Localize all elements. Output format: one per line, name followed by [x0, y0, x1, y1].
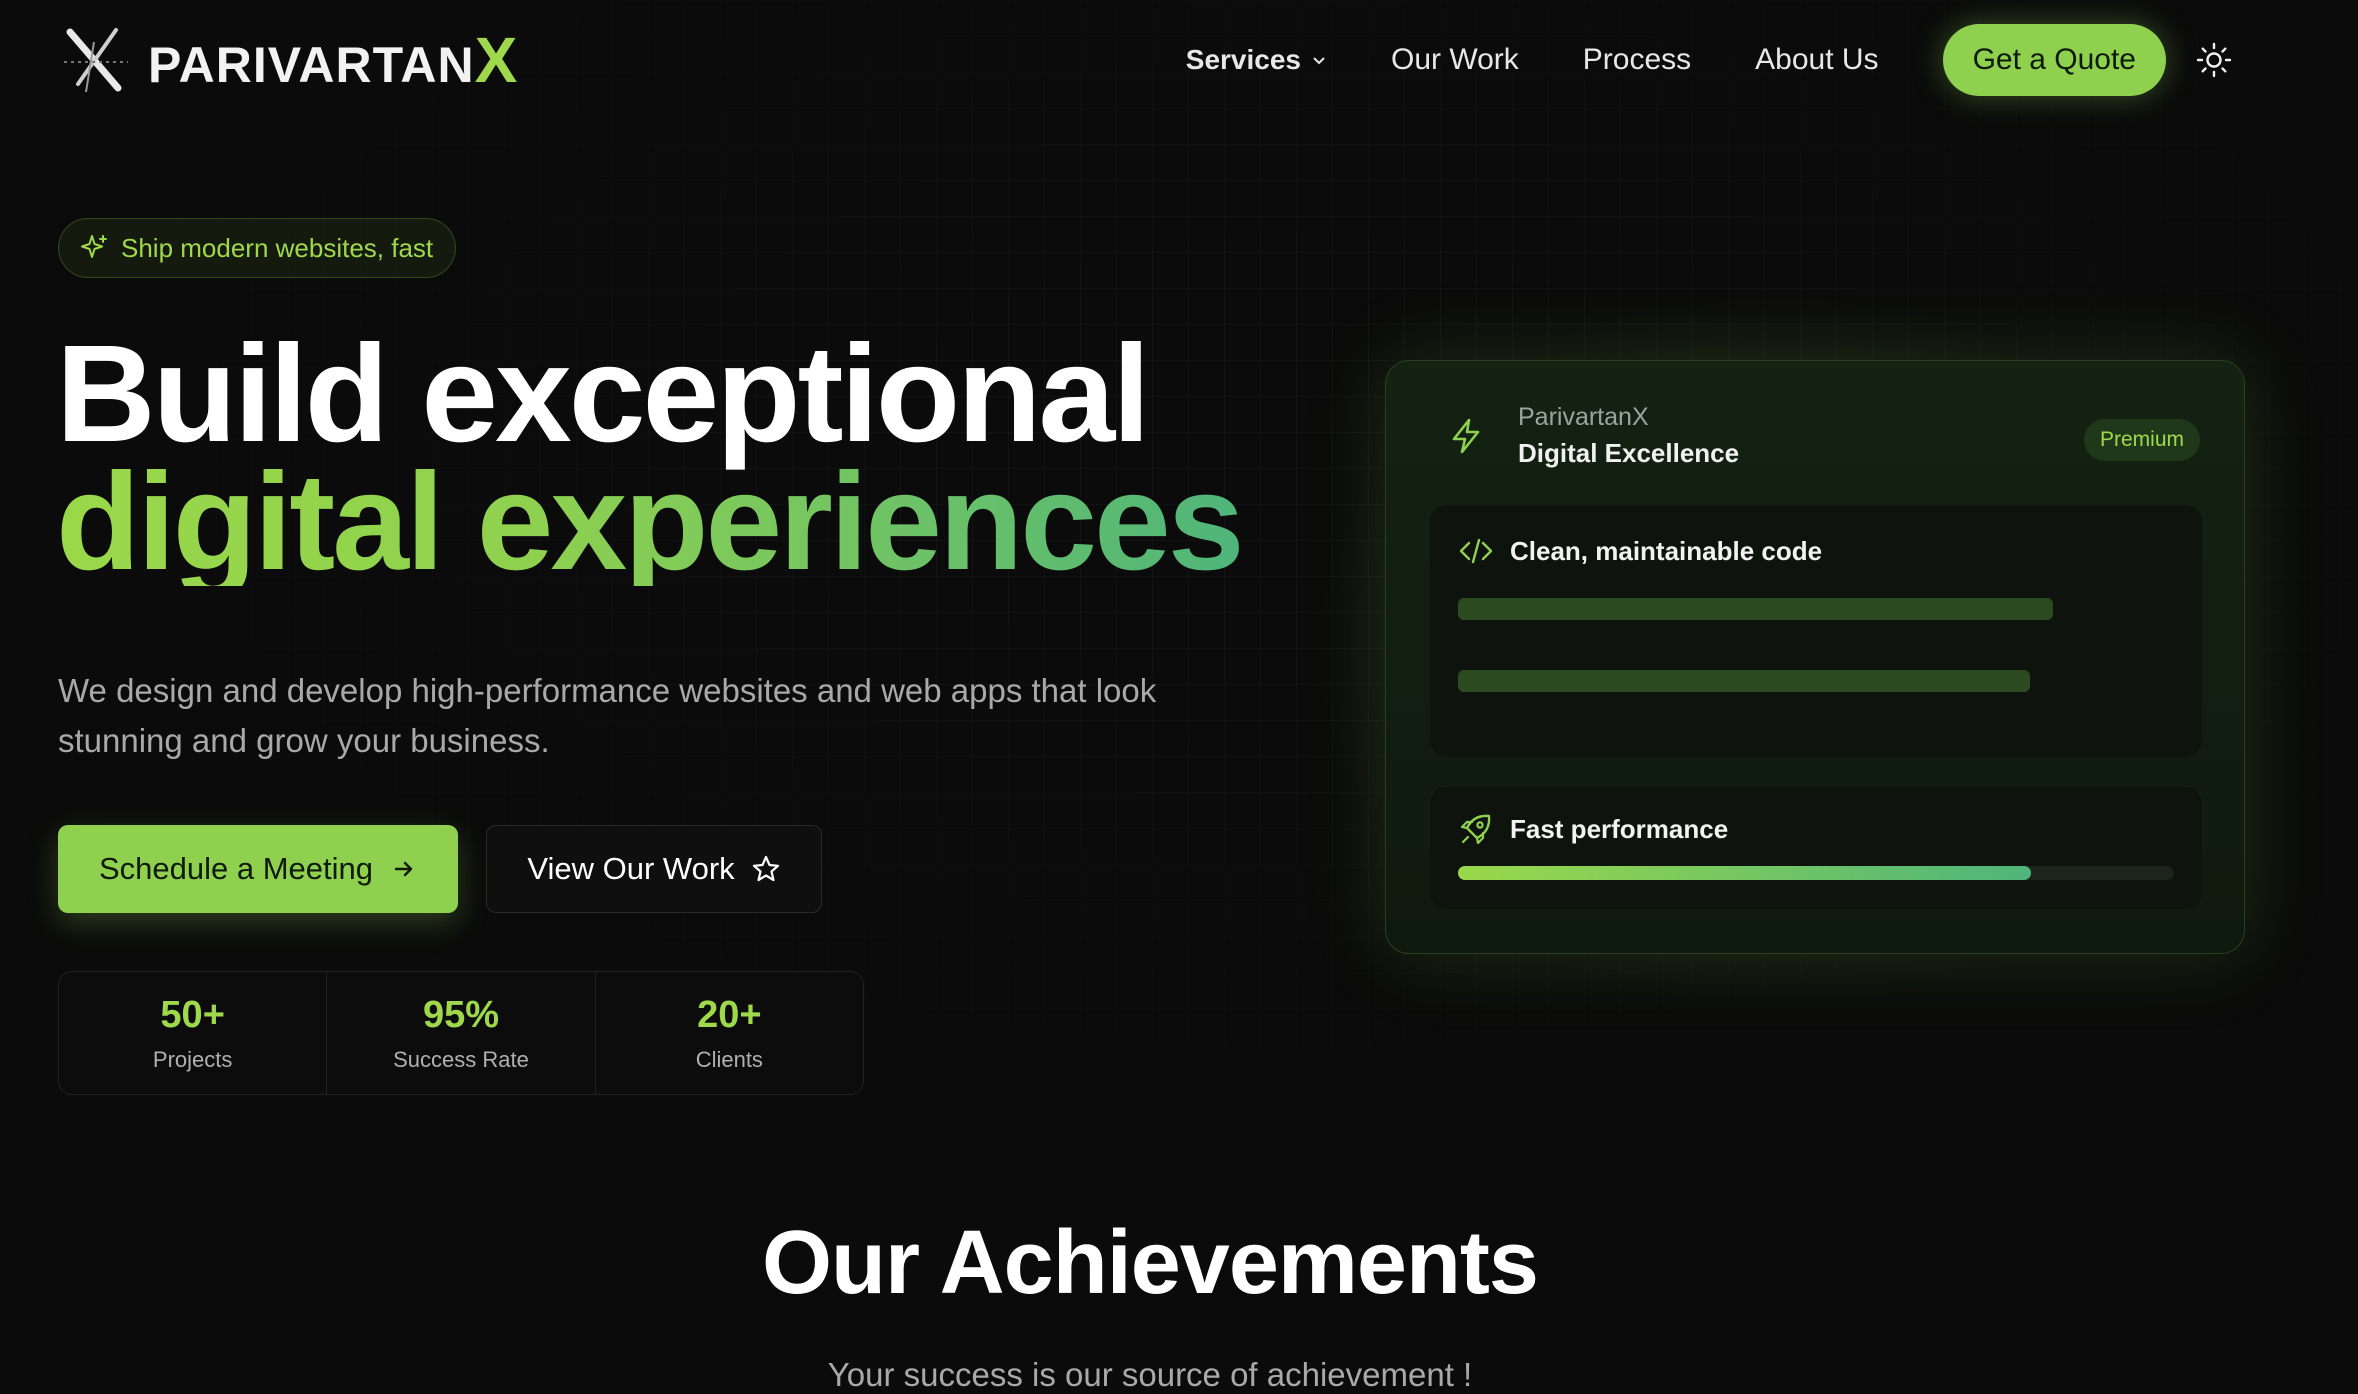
nav-services-label: Services	[1185, 44, 1301, 75]
stat-projects: 50+ Projects	[59, 972, 328, 1094]
stat-value: 20+	[697, 993, 762, 1036]
hero-pill-badge: Ship modern websites, fast	[58, 218, 457, 278]
nav-links: Services Our Work Process About Us Get a…	[1186, 24, 2358, 96]
schedule-meeting-button[interactable]: Schedule a Meeting	[58, 825, 458, 913]
code-panel-label: Clean, maintainable code	[1510, 535, 1823, 566]
performance-progress-fill	[1458, 866, 2031, 880]
chevron-down-icon	[1313, 57, 1325, 65]
stat-value: 95%	[422, 993, 500, 1036]
logo-x-icon	[64, 28, 128, 93]
lightning-bolt-icon	[1452, 418, 1480, 454]
top-nav: PARIVARTAN X Services Our Work Process Ab…	[0, 0, 2358, 120]
stat-label: Clients	[695, 1046, 763, 1072]
view-our-work-label: View Our Work	[527, 851, 735, 886]
sparkles-icon	[81, 235, 107, 258]
view-our-work-button[interactable]: View Our Work	[486, 825, 822, 913]
nav-process[interactable]: Process	[1583, 43, 1691, 77]
hero-title-line2: digital experiences	[56, 445, 1245, 599]
nav-services[interactable]: Services	[1186, 44, 1327, 76]
stat-value: 50+	[160, 993, 225, 1036]
rocket-icon	[1460, 814, 1491, 845]
card-subtitle: Digital Excellence	[1518, 438, 1740, 468]
logo-accent-letter: X	[474, 24, 519, 96]
schedule-meeting-label: Schedule a Meeting	[98, 851, 374, 886]
arrow-right-icon	[394, 861, 413, 877]
card-brand: ParivartanX	[1518, 403, 1649, 431]
performance-panel: Fast performance	[1430, 787, 2202, 909]
hero-pill-text: Ship modern websites, fast	[121, 232, 434, 263]
code-panel: Clean, maintainable code	[1430, 505, 2202, 757]
achievements-title: Our Achievements	[762, 1213, 1539, 1313]
hero-title: Build exceptional digital experiences	[56, 325, 1245, 599]
card-header: ParivartanX Digital Excellence	[1446, 403, 1739, 469]
performance-panel-label: Fast performance	[1510, 813, 1729, 844]
theme-toggle-sun-icon[interactable]	[2196, 42, 2232, 78]
stat-success-rate: 95% Success Rate	[327, 972, 596, 1094]
star-icon	[752, 855, 779, 882]
logo-wordmark: PARIVARTAN X	[148, 23, 518, 97]
logo[interactable]: PARIVARTAN X	[56, 22, 518, 98]
stat-label: Success Rate	[393, 1046, 529, 1072]
nav-our-work[interactable]: Our Work	[1391, 43, 1519, 77]
code-brackets-icon	[1459, 538, 1493, 564]
feature-card: ParivartanX Digital Excellence Premium C…	[1385, 360, 2245, 954]
get-quote-button[interactable]: Get a Quote	[1942, 24, 2166, 96]
hero-description: We design and develop high-performance w…	[58, 672, 1157, 759]
achievements-subtitle: Your success is our source of achievemen…	[827, 1356, 1473, 1393]
stat-clients: 20+ Clients	[596, 972, 863, 1094]
performance-progress-track	[1458, 866, 2174, 880]
stat-label: Projects	[152, 1046, 233, 1072]
nav-about[interactable]: About Us	[1755, 43, 1878, 77]
code-placeholder-line	[1458, 598, 2053, 620]
code-placeholder-line	[1458, 670, 2030, 692]
code-panel-title: Clean, maintainable code	[1458, 533, 1822, 569]
hero-stats: 50+ Projects 95% Success Rate 20+ Client…	[58, 971, 864, 1095]
premium-badge: Premium	[2083, 419, 2200, 461]
logo-name: PARIVARTAN	[148, 37, 475, 93]
card-brand-block: ParivartanX Digital Excellence	[1518, 403, 1739, 469]
performance-panel-title: Fast performance	[1458, 811, 1728, 847]
